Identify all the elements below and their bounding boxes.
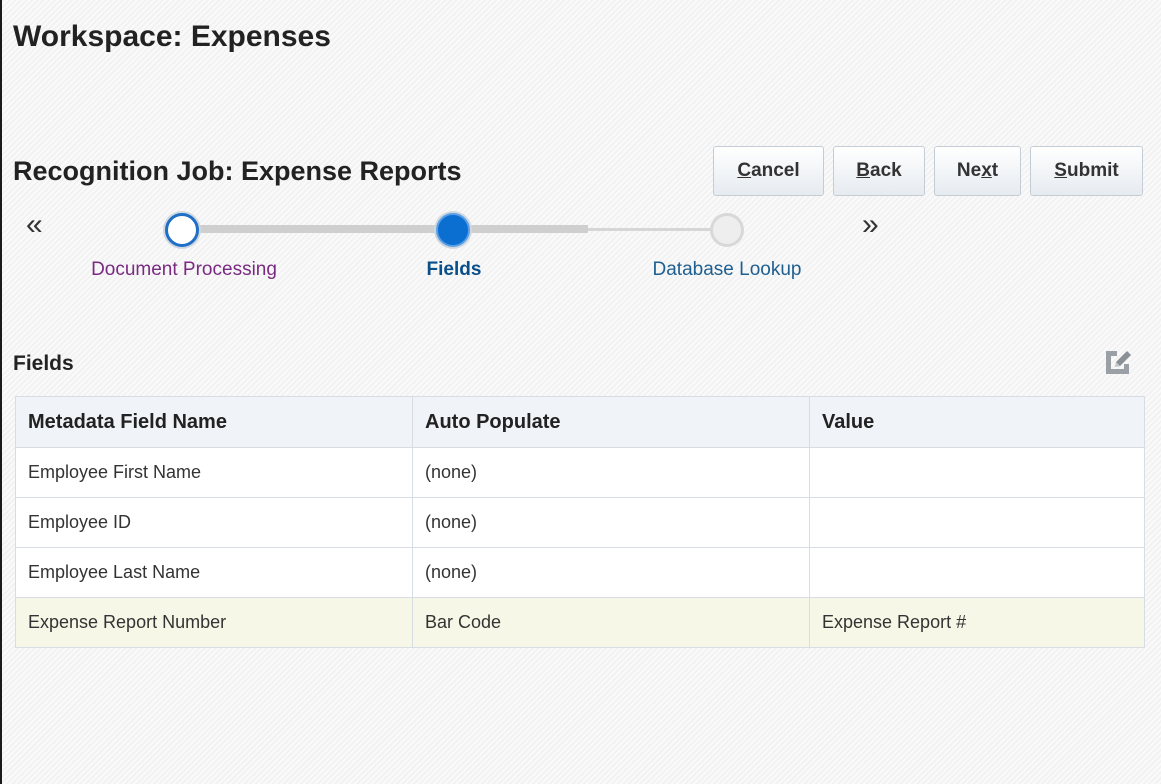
next-button[interactable]: Ne x t: [934, 146, 1021, 196]
next-label-start: Ne: [956, 160, 982, 181]
fields-table: Metadata Field Name Auto Populate Value …: [15, 396, 1145, 648]
back-accelerator: B: [856, 160, 871, 181]
next-accelerator: x: [981, 160, 992, 181]
auto-populate-cell: (none): [412, 547, 810, 598]
train-stop-database-lookup[interactable]: [710, 213, 744, 247]
train-track-segment: [468, 225, 588, 233]
train-track-segment: [588, 228, 714, 231]
table-row[interactable]: Employee First Name (none): [15, 447, 1145, 498]
value-cell: [809, 497, 1145, 548]
auto-populate-cell: (none): [412, 447, 810, 498]
edit-icon[interactable]: [1103, 347, 1133, 377]
column-header-auto-populate[interactable]: Auto Populate: [412, 396, 810, 448]
back-button[interactable]: Back: [833, 146, 925, 196]
auto-populate-cell: Bar Code: [412, 597, 810, 648]
submit-button[interactable]: Submit: [1030, 146, 1143, 196]
train-stop-document-processing[interactable]: [165, 213, 199, 247]
table-row[interactable]: Employee ID (none): [15, 497, 1145, 548]
column-header-metadata-field-name[interactable]: Metadata Field Name: [15, 396, 413, 448]
train-previous-arrow[interactable]: «: [26, 207, 43, 243]
job-title: Recognition Job: Expense Reports: [13, 156, 462, 186]
train-next-arrow[interactable]: »: [862, 207, 879, 243]
next-label-end: t: [991, 160, 999, 181]
table-header-row: Metadata Field Name Auto Populate Value: [15, 396, 1145, 448]
workspace-title: Workspace: Expenses: [13, 20, 331, 53]
cancel-accelerator: C: [737, 160, 752, 181]
train-label-database-lookup[interactable]: Database Lookup: [653, 259, 802, 281]
field-name-cell: Employee Last Name: [15, 547, 413, 598]
fields-section-title: Fields: [13, 352, 74, 375]
train-stop-fields[interactable]: [436, 213, 470, 247]
field-name-cell: Expense Report Number: [15, 597, 413, 648]
cancel-button[interactable]: Cancel: [713, 146, 824, 196]
submit-label: ubmit: [1066, 160, 1119, 181]
cancel-label: ancel: [751, 160, 800, 181]
back-label: ack: [870, 160, 902, 181]
field-name-cell: Employee ID: [15, 497, 413, 548]
field-name-cell: Employee First Name: [15, 447, 413, 498]
train-track-segment: [196, 225, 442, 233]
table-row-selected[interactable]: Expense Report Number Bar Code Expense R…: [15, 597, 1145, 648]
column-header-value[interactable]: Value: [809, 396, 1145, 448]
window-left-border: [0, 0, 2, 784]
train-navigation: « » Document Processing Fields Database …: [0, 205, 1161, 305]
value-cell: [809, 447, 1145, 498]
value-cell: [809, 547, 1145, 598]
submit-accelerator: S: [1054, 160, 1067, 181]
table-row[interactable]: Employee Last Name (none): [15, 547, 1145, 598]
auto-populate-cell: (none): [412, 497, 810, 548]
train-label-document-processing[interactable]: Document Processing: [91, 259, 277, 281]
train-label-fields[interactable]: Fields: [427, 259, 482, 281]
value-cell: Expense Report #: [809, 597, 1145, 648]
